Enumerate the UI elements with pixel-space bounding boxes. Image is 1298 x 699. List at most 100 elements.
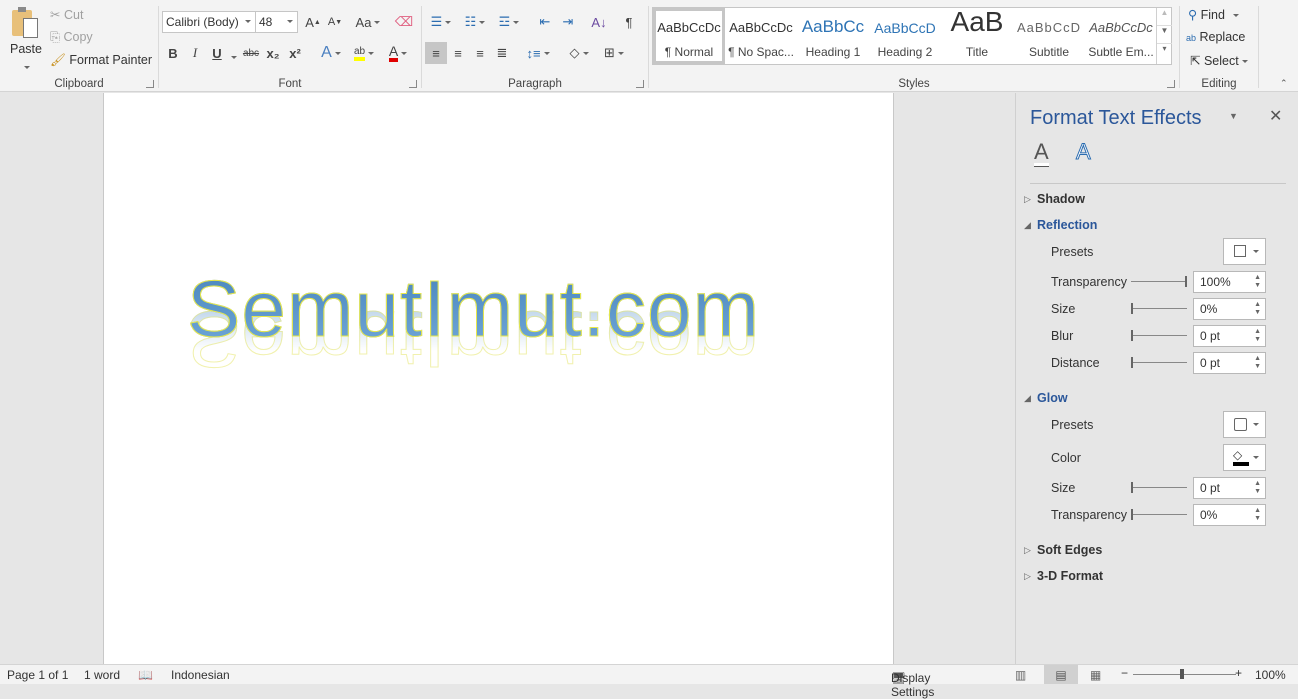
line-spacing-icon[interactable]: ↕≡ [522,42,554,64]
bullets-icon[interactable]: ☰ [426,11,456,33]
reflection-presets-dropdown[interactable] [1223,238,1266,265]
italic-button[interactable]: I [186,42,204,64]
font-size-dropdown[interactable]: 48 [255,11,298,33]
align-center-icon[interactable]: ≡ [447,42,469,64]
reflection-transparency-slider[interactable] [1131,276,1187,287]
grow-font-icon[interactable]: A ▲ [302,11,324,33]
reflection-blur-input[interactable]: 0 pt ▲ ▼ [1193,325,1266,347]
section-glow[interactable]: ◢ Glow [1024,391,1068,405]
status-bar: Page 1 of 1 1 word 📖 Indonesian 🖥 Displa… [0,664,1298,699]
clipboard-launcher-icon[interactable] [146,80,154,88]
shading-icon[interactable]: ◇ [563,42,595,64]
reflection-size-input[interactable]: 0% ▲ ▼ [1193,298,1266,320]
align-left-icon[interactable]: ≡ [425,42,447,64]
cursor-icon: ⇱ [1190,54,1201,68]
align-right-icon[interactable]: ≡ [469,42,491,64]
section-reflection[interactable]: ◢ Reflection [1024,218,1097,232]
reflection-size-slider[interactable] [1131,303,1187,314]
wordart-text[interactable]: SemutImut.com [186,268,760,349]
close-icon[interactable]: ✕ [1269,106,1282,126]
collapse-ribbon-icon[interactable]: ⌃ [1280,78,1288,89]
paste-icon[interactable] [10,6,40,40]
glow-presets-label: Presets [1051,418,1094,432]
paintbrush-icon: 🖌 [50,53,66,67]
reflection-distance-label: Distance [1051,356,1100,370]
pane-divider [1030,183,1286,184]
reflection-blur-slider[interactable] [1131,330,1187,341]
reflection-distance-slider[interactable] [1131,357,1187,368]
zoom-slider-knob[interactable] [1180,669,1184,679]
page-count[interactable]: Page 1 of 1 [7,668,68,682]
reflection-transparency-input[interactable]: 100% ▲ ▼ [1193,271,1266,293]
font-color-icon[interactable]: A [383,42,413,64]
numbering-icon[interactable]: ☷ [460,11,490,33]
zoom-level[interactable]: 100% [1255,668,1286,682]
styles-group: Styles [649,0,1179,92]
glow-presets-dropdown[interactable] [1223,411,1266,438]
scissors-icon: ✂ [50,8,61,22]
underline-button[interactable]: U [208,42,226,64]
subscript-button[interactable]: x₂ [264,42,282,64]
web-layout-icon[interactable]: ▦ [1090,668,1101,682]
language[interactable]: Indonesian [171,668,230,682]
multilevel-list-icon[interactable]: ☲ [494,11,524,33]
section-3d-format[interactable]: ▷ 3-D Format [1024,569,1103,583]
clipboard-label: Clipboard [54,78,104,90]
text-effects-icon[interactable]: A [317,42,345,64]
paste-dropdown-icon[interactable] [24,66,30,70]
bold-button[interactable]: B [164,42,182,64]
font-name-dropdown[interactable]: Calibri (Body) [162,11,256,33]
glow-color-label: Color [1051,451,1081,465]
styles-launcher-icon[interactable] [1167,80,1175,88]
glow-color-dropdown[interactable]: ◇ [1223,444,1266,471]
underline-dropdown-icon[interactable] [231,56,237,60]
glow-size-input[interactable]: 0 pt ▲ ▼ [1193,477,1266,499]
superscript-button[interactable]: x² [286,42,304,64]
glow-size-label: Size [1051,481,1076,495]
replace-icon: ab [1186,33,1197,43]
text-fill-outline-tab[interactable]: A [1034,141,1049,166]
font-launcher-icon[interactable] [409,80,417,88]
preset-icon [1234,245,1246,257]
strikethrough-button[interactable]: abc [240,42,262,64]
reflection-distance-input[interactable]: 0 pt ▲ ▼ [1193,352,1266,374]
find-button[interactable]: ⚲ Find [1188,7,1239,22]
read-mode-icon[interactable]: ▥ [1015,668,1026,682]
color-swatch [1233,462,1249,466]
paragraph-group: ☰ ☷ ☲ ⇤ ⇥ A↓ ¶ ≡ ≡ ≡ ≣ ↕≡ ◇ ⊞ Paragraph [422,0,648,92]
clear-formatting-icon[interactable]: ⌫ [393,11,415,33]
highlight-color-icon[interactable]: ab [349,42,379,64]
sort-icon[interactable]: A↓ [588,11,610,33]
glow-size-slider[interactable] [1131,482,1187,493]
borders-icon[interactable]: ⊞ [598,42,630,64]
zoom-out-icon[interactable]: − [1121,666,1128,680]
cut-button[interactable]: ✂ Cut [50,7,83,22]
pane-options-icon[interactable]: ▼ [1229,111,1238,121]
increase-indent-icon[interactable]: ⇥ [557,11,579,33]
glow-transparency-slider[interactable] [1131,509,1187,520]
text-effects-tab[interactable]: A [1076,140,1092,163]
proofing-icon[interactable]: 📖 [138,668,153,682]
document-page[interactable]: SemutImut.com SemutImut.com [103,93,894,664]
justify-icon[interactable]: ≣ [491,42,513,64]
section-soft-edges[interactable]: ▷ Soft Edges [1024,543,1102,557]
paste-button[interactable]: Paste [10,42,42,56]
glow-transparency-input[interactable]: 0% ▲ ▼ [1193,504,1266,526]
print-layout-icon[interactable]: ▤ [1044,665,1078,684]
format-painter-button[interactable]: 🖌 Format Painter [50,53,152,68]
paragraph-launcher-icon[interactable] [636,80,644,88]
word-count[interactable]: 1 word [84,668,120,682]
reflection-presets-label: Presets [1051,245,1094,259]
select-button[interactable]: ⇱ Select [1190,53,1248,68]
clipboard-group: Paste ✂ Cut ⎘ Copy 🖌 Format Painter Clip… [0,0,158,92]
zoom-slider[interactable] [1133,674,1236,675]
replace-button[interactable]: ab Replace [1186,30,1245,44]
change-case-button[interactable]: Aa [354,11,382,33]
zoom-in-icon[interactable]: + [1235,666,1242,680]
copy-button[interactable]: ⎘ Copy [50,30,93,45]
decrease-indent-icon[interactable]: ⇤ [534,11,556,33]
editing-group: ⚲ Find ab Replace ⇱ Select Editing [1180,0,1258,92]
show-formatting-icon[interactable]: ¶ [619,11,639,33]
shrink-font-icon[interactable]: A ▼ [324,11,346,33]
section-shadow[interactable]: ▷ Shadow [1024,192,1085,206]
